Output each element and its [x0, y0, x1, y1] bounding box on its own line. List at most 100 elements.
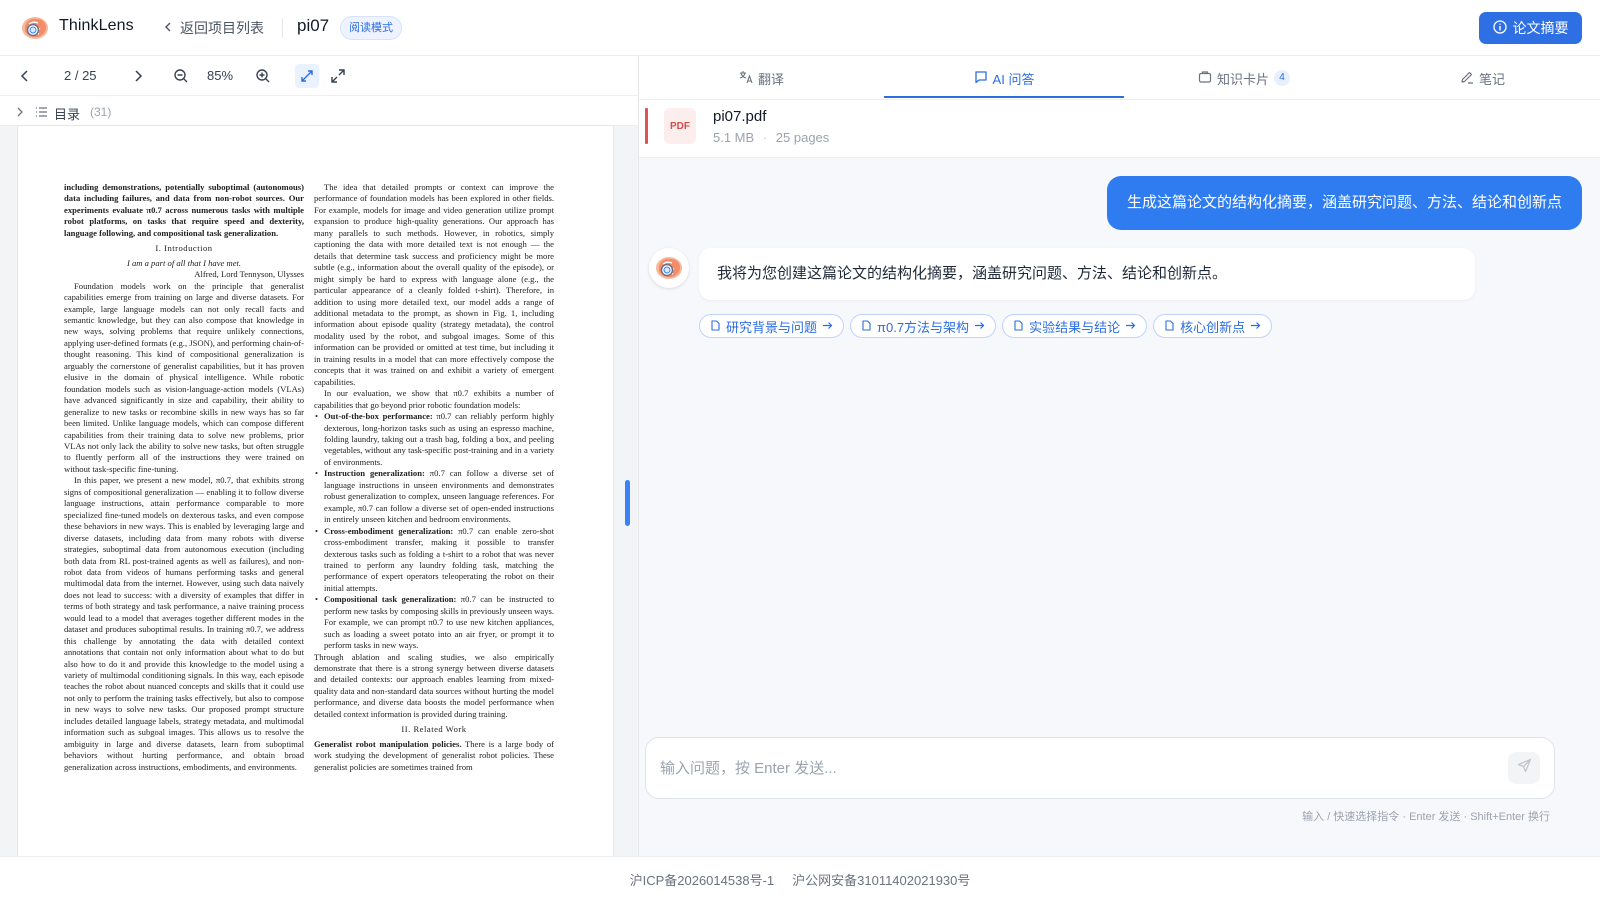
paragraph: Generalist robot manipulation policies. … [314, 739, 554, 773]
zoom-in-icon[interactable] [253, 66, 273, 86]
info-icon [1492, 19, 1507, 37]
meta-separator: · [762, 130, 768, 145]
file-meta: 5.1 MB · 25 pages [713, 130, 829, 145]
file-accent-bar [645, 108, 648, 144]
zoom-level: 85% [207, 68, 234, 83]
thinklens-logo-icon[interactable] [20, 14, 50, 42]
icp-link[interactable]: 沪ICP备2026014538号-1 [630, 870, 775, 889]
paragraph: In our evaluation, we show that π0.7 exh… [314, 388, 554, 410]
tab-knowledge-cards[interactable]: 知识卡片 4 [1124, 56, 1364, 100]
pdf-right-column: The idea that detailed prompts or contex… [314, 182, 554, 773]
epigraph-author: Alfred, Lord Tennyson, Ulysses [194, 269, 304, 280]
bullet-title: Out-of-the-box performance: [324, 411, 433, 422]
zoom-out-icon[interactable] [171, 66, 191, 86]
top-header: ThinkLens 返回项目列表 pi07 阅读模式 论文摘要 [0, 0, 1600, 56]
back-to-projects-link[interactable]: 返回项目列表 [162, 18, 264, 38]
file-pages: 25 pages [775, 130, 830, 145]
chip-label: 实验结果与结论 [1029, 319, 1121, 335]
header-divider [282, 18, 283, 38]
arrow-right-icon [974, 319, 985, 334]
chat-icon [974, 70, 988, 87]
tab-translate[interactable]: 翻译 [639, 56, 884, 100]
arrow-right-icon [1125, 319, 1136, 334]
send-icon [1517, 758, 1532, 778]
page-indicator[interactable]: 2 / 25 [64, 68, 97, 83]
chip-label: 研究背景与问题 [726, 319, 818, 335]
next-page-icon[interactable] [128, 66, 148, 86]
bullet-item: Instruction generalization: π0.7 can fol… [314, 468, 554, 525]
paragraph: The idea that detailed prompts or contex… [314, 182, 554, 387]
app-name: ThinkLens [59, 17, 134, 34]
chat-input[interactable] [660, 756, 1480, 780]
table-of-contents-toggle[interactable]: 目录 (31) [0, 96, 638, 126]
paragraph: In this paper, we present a new model, π… [64, 475, 304, 772]
fullscreen-icon[interactable] [328, 66, 348, 86]
send-button[interactable] [1508, 752, 1540, 784]
card-icon [1198, 70, 1212, 87]
document-icon [1164, 319, 1175, 334]
section-link-results[interactable]: 实验结果与结论 [1002, 314, 1148, 338]
file-size: 5.1 MB [713, 130, 755, 145]
police-record-link[interactable]: 沪公网安备31011402021930号 [792, 870, 970, 889]
tab-ai-qa[interactable]: AI 问答 [884, 56, 1124, 100]
related-work-heading: II. Related Work [401, 724, 467, 735]
tab-label: 知识卡片 [1216, 71, 1269, 87]
summary-button-label: 论文摘要 [1512, 20, 1569, 36]
viewer-toolbar: 2 / 25 85% [0, 56, 638, 96]
tab-count-badge: 4 [1274, 70, 1290, 86]
bullet-title: Cross-embodiment generalization: [324, 525, 454, 536]
document-icon [710, 319, 721, 334]
assistant-tabs: 翻译 AI 问答 知识卡片 4 笔记 [639, 56, 1600, 100]
section-link-background[interactable]: 研究背景与问题 [699, 314, 845, 338]
paper-summary-button[interactable]: 论文摘要 [1479, 12, 1582, 44]
chevron-right-icon [14, 105, 26, 117]
page-footer: 沪ICP备2026014538号-1 沪公网安备31011402021930号 [0, 856, 1600, 902]
ai-message-bubble: 我将为您创建这篇论文的结构化摘要，涵盖研究问题、方法、结论和创新点。 [699, 248, 1475, 300]
composer-hint: 输入 / 快速选择指令 · Enter 发送 · Shift+Enter 换行 [1302, 811, 1550, 823]
abstract-tail: including demonstrations, potentially su… [64, 182, 304, 238]
tab-label: AI 问答 [992, 71, 1035, 87]
paragraph: Through ablation and scaling studies, we… [314, 651, 554, 719]
tab-label: 翻译 [757, 71, 784, 87]
pane-resize-handle[interactable] [625, 480, 630, 526]
toc-label: 目录 [54, 107, 81, 122]
bullet-title: Compositional task generalization: [324, 594, 457, 605]
pdf-file-icon: PDF [664, 108, 696, 144]
arrow-right-icon [1250, 319, 1261, 334]
paragraph: Foundation models work on the principle … [64, 280, 304, 474]
chip-label: π0.7方法与架构 [877, 319, 970, 335]
chip-label: 核心创新点 [1180, 319, 1246, 335]
pdf-page: including demonstrations, potentially su… [18, 126, 613, 856]
file-name: pi07.pdf [713, 108, 767, 125]
active-tab-indicator [884, 96, 1124, 98]
bullet-title: Instruction generalization: [324, 468, 425, 479]
pdf-left-column: including demonstrations, potentially su… [64, 182, 304, 773]
tab-label: 笔记 [1478, 71, 1505, 87]
translate-icon [739, 70, 753, 87]
section-link-method[interactable]: π0.7方法与架构 [850, 314, 997, 338]
tab-notes[interactable]: 笔记 [1364, 56, 1600, 100]
intro-heading: I. Introduction [155, 243, 213, 254]
bullet-item: Out-of-the-box performance: π0.7 can rel… [314, 411, 554, 468]
user-message-bubble: 生成这篇论文的结构化摘要，涵盖研究问题、方法、结论和创新点 [1106, 176, 1582, 230]
fit-width-icon[interactable] [295, 64, 319, 88]
ai-avatar-icon [649, 248, 689, 288]
section-link-innovations[interactable]: 核心创新点 [1153, 314, 1273, 338]
assistant-pane: 翻译 AI 问答 知识卡片 4 笔记 PDF pi07.pdf 5.1 MB ·… [638, 56, 1600, 856]
paragraph-title: Generalist robot manipulation policies. [314, 738, 462, 749]
chevron-left-icon [162, 20, 174, 36]
back-link-label: 返回项目列表 [180, 20, 264, 36]
pen-icon [1460, 70, 1474, 87]
summary-section-links: 研究背景与问题 π0.7方法与架构 实验结果与结论 核心创新点 [699, 314, 1273, 338]
arrow-right-icon [822, 319, 833, 334]
chat-composer [645, 737, 1555, 799]
prev-page-icon[interactable] [15, 66, 35, 86]
pdf-viewer-pane: 2 / 25 85% 目录 (31) including demonstrati… [0, 56, 638, 856]
reading-mode-badge[interactable]: 阅读模式 [340, 16, 402, 40]
epigraph: I am a part of all that I have met. [126, 257, 242, 268]
document-icon [1013, 319, 1024, 334]
toc-count: (31) [90, 105, 112, 119]
file-info-card: PDF pi07.pdf 5.1 MB · 25 pages [639, 100, 1600, 158]
bullet-item: Compositional task generalization: π0.7 … [314, 594, 554, 651]
document-icon [861, 319, 872, 334]
